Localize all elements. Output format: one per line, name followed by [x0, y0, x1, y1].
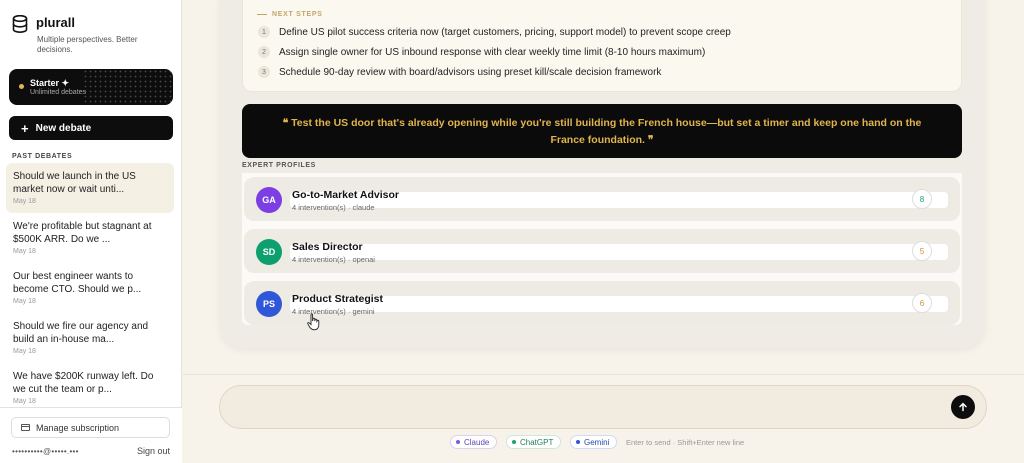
next-step: 1 Define US pilot success criteria now (… — [258, 26, 731, 38]
plus-icon: + — [21, 120, 29, 136]
plan-status-dot — [19, 84, 24, 89]
expert-name-bar — [290, 296, 948, 312]
debate-question: Should we launch in the US market now or… — [13, 171, 136, 195]
sign-out-link[interactable]: Sign out — [137, 446, 170, 456]
expert-meta: 4 intervention(s) · gemini — [292, 307, 375, 316]
expert-meta: 4 intervention(s) · openai — [292, 255, 375, 264]
step-text: Schedule 90-day review with board/adviso… — [279, 66, 662, 78]
debate-date: May 18 — [13, 348, 36, 355]
step-text: Assign single owner for US inbound respo… — [279, 46, 706, 58]
expert-score-badge: 6 — [912, 293, 932, 313]
model-label: ChatGPT — [520, 437, 554, 447]
debate-item[interactable]: Should we fire our agency and build an i… — [6, 313, 174, 363]
next-step: 3 Schedule 90-day review with board/advi… — [258, 66, 661, 78]
send-button[interactable] — [951, 395, 975, 419]
expert-name: Sales Director — [292, 241, 363, 253]
debate-date: May 18 — [13, 248, 36, 255]
debate-item[interactable]: We have $200K runway left. Do we cut the… — [6, 363, 174, 413]
debate-item[interactable]: We're profitable but stagnant at $500K A… — [6, 213, 174, 263]
composer-hint: Enter to send · Shift+Enter new line — [626, 438, 745, 447]
model-chip-gemini[interactable]: Gemini — [570, 435, 618, 449]
model-label: Claude — [464, 437, 490, 447]
step-number: 2 — [258, 46, 270, 58]
credit-card-icon — [21, 424, 30, 431]
expert-meta: 4 intervention(s) · claude — [292, 203, 375, 212]
plan-title: Starter ✦ — [30, 78, 70, 88]
expert-avatar: PS — [256, 291, 282, 317]
manage-subscription-label: Manage subscription — [36, 422, 120, 433]
model-dot-icon — [456, 440, 460, 444]
step-number: 3 — [258, 66, 270, 78]
expert-name: Product Strategist — [292, 293, 384, 305]
expert-score-badge: 5 — [912, 241, 932, 261]
debate-date: May 18 — [13, 398, 36, 405]
logo-icon — [12, 15, 28, 33]
next-steps-heading: NEXT STEPS — [257, 11, 323, 18]
expert-avatar: SD — [256, 239, 282, 265]
model-chip-claude[interactable]: Claude — [450, 435, 498, 449]
arrow-up-icon — [959, 402, 967, 412]
past-debates-heading: PAST DEBATES — [12, 153, 73, 160]
message-input[interactable] — [219, 385, 987, 429]
debate-question: Our best engineer wants to become CTO. S… — [13, 271, 142, 295]
model-chip-chatgpt[interactable]: ChatGPT — [506, 435, 562, 449]
debate-date: May 18 — [13, 198, 36, 205]
debate-question: We have $200K runway left. Do we cut the… — [13, 371, 154, 395]
expert-name-bar — [290, 244, 948, 260]
hand-cursor-icon — [307, 313, 320, 331]
new-debate-button[interactable]: + New debate — [9, 116, 173, 140]
expert-avatar: GA — [256, 187, 282, 213]
plan-card[interactable]: Starter ✦ Unlimited debates — [9, 69, 173, 105]
brand[interactable]: plurall — [12, 14, 75, 33]
heading-rule — [257, 14, 267, 15]
debate-item[interactable]: Our best engineer wants to become CTO. S… — [6, 263, 174, 313]
debate-question: Should we fire our agency and build an i… — [13, 321, 149, 345]
model-dot-icon — [576, 440, 580, 444]
next-steps-panel: NEXT STEPS 1 Define US pilot success cri… — [242, 0, 962, 92]
debate-date: May 18 — [13, 298, 36, 305]
expert-card[interactable]: GA Go-to-Market Advisor 4 intervention(s… — [244, 177, 960, 221]
next-steps-title: NEXT STEPS — [272, 11, 323, 18]
past-debates-list: Should we launch in the US market now or… — [6, 163, 174, 413]
plan-card-pattern — [83, 69, 173, 105]
sidebar: plurall Multiple perspectives. Better de… — [0, 0, 182, 463]
step-number: 1 — [258, 26, 270, 38]
sidebar-footer: Manage subscription ••••••••••@•••••.•••… — [0, 407, 182, 463]
model-label: Gemini — [584, 437, 610, 447]
brand-tagline: Multiple perspectives. Better decisions. — [37, 35, 138, 54]
debate-item[interactable]: Should we launch in the US market now or… — [6, 163, 174, 213]
expert-profiles-panel: GA Go-to-Market Advisor 4 intervention(s… — [242, 173, 962, 325]
debate-question: We're profitable but stagnant at $500K A… — [13, 221, 152, 245]
expert-profiles-heading: EXPERT PROFILES — [242, 162, 316, 169]
brand-name: plurall — [36, 15, 76, 30]
expert-score-badge: 8 — [912, 189, 932, 209]
expert-card[interactable]: PS Product Strategist 4 intervention(s) … — [244, 281, 960, 325]
verdict-quote: ❝ Test the US door that's already openin… — [242, 104, 962, 158]
new-debate-label: New debate — [35, 122, 92, 134]
model-dot-icon — [512, 440, 516, 444]
user-email: ••••••••••@•••••.••• — [12, 447, 79, 456]
expert-name: Go-to-Market Advisor — [292, 189, 399, 201]
next-step: 2 Assign single owner for US inbound res… — [258, 46, 705, 58]
expert-card[interactable]: SD Sales Director 4 intervention(s) · op… — [244, 229, 960, 273]
step-text: Define US pilot success criteria now (ta… — [279, 26, 731, 38]
plan-subtitle: Unlimited debates — [30, 89, 87, 96]
manage-subscription-button[interactable]: Manage subscription — [11, 417, 170, 438]
